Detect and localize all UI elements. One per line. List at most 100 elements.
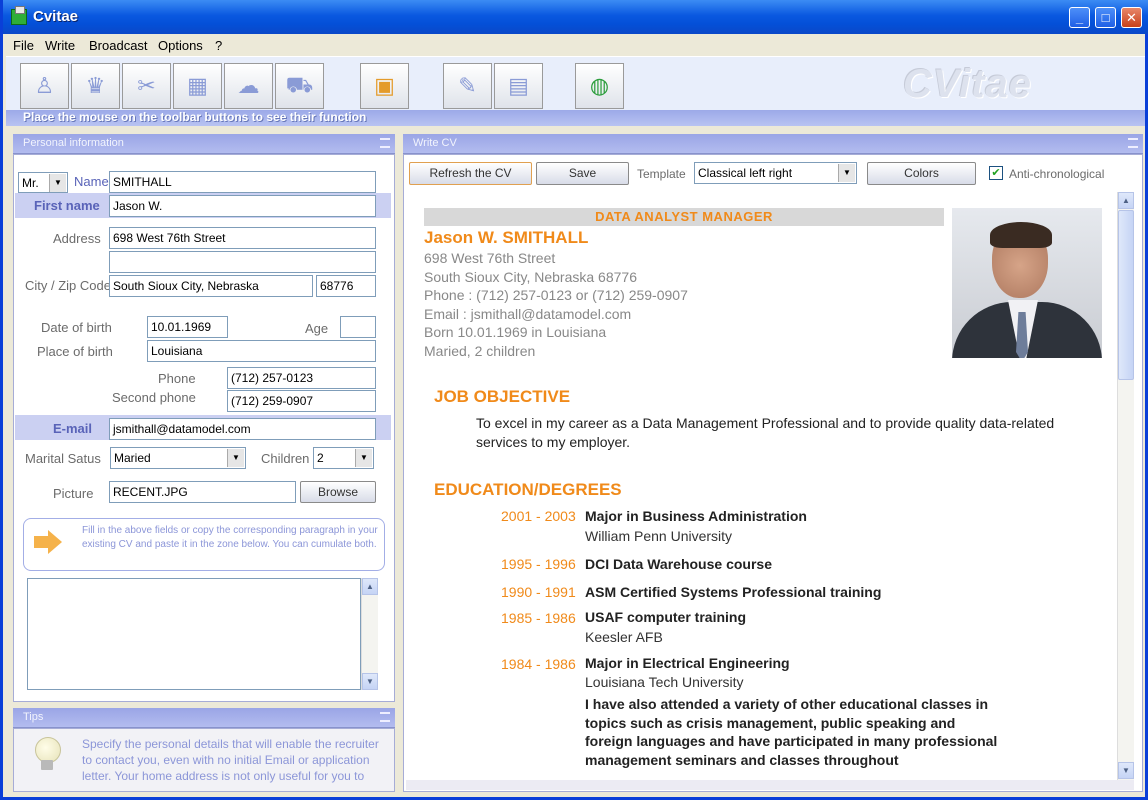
app-icon xyxy=(11,6,27,25)
write-button[interactable]: ✎ xyxy=(443,63,492,109)
address-label: Address xyxy=(53,231,101,246)
job-objective-heading: JOB OBJECTIVE xyxy=(434,387,571,406)
menu-broadcast[interactable]: Broadcast xyxy=(89,38,148,53)
chevron-down-icon[interactable]: ▼ xyxy=(227,449,244,467)
paste-hint-box: Fill in the above fields or copy the cor… xyxy=(23,518,385,571)
cvitae-logo: CVitae xyxy=(903,62,1033,106)
write-cv-header[interactable]: Write CV xyxy=(403,134,1143,154)
globe-icon: ◍ xyxy=(589,73,610,98)
app-window: Cvitae _ □ ✕ File Write Broadcast Option… xyxy=(0,0,1148,800)
collapse-grip-icon[interactable] xyxy=(1128,138,1138,148)
collapse-grip-icon[interactable] xyxy=(380,712,390,722)
cv-photo xyxy=(952,208,1102,358)
refresh-cv-button[interactable]: Refresh the CV xyxy=(409,162,532,185)
maximize-button[interactable]: □ xyxy=(1095,7,1116,28)
children-select[interactable]: 2 ▼ xyxy=(313,447,374,469)
personal-info-button[interactable]: ♙ xyxy=(20,63,69,109)
trophy-icon: ♛ xyxy=(85,73,106,98)
colors-button[interactable]: Colors xyxy=(867,162,976,185)
minimize-button[interactable]: _ xyxy=(1069,7,1090,28)
collapse-grip-icon[interactable] xyxy=(380,138,390,148)
title-select[interactable]: Mr. ▼ xyxy=(18,172,68,193)
dob-input[interactable]: 10.01.1969 xyxy=(147,316,228,338)
education-title: ASM Certified Systems Professional train… xyxy=(585,584,882,600)
personal-info-header[interactable]: Personal information xyxy=(13,134,395,154)
chevron-down-icon[interactable]: ▼ xyxy=(49,174,66,192)
template-select[interactable]: Classical left right ▼ xyxy=(694,162,857,184)
scroll-thumb[interactable] xyxy=(1118,210,1134,380)
scroll-down-icon[interactable]: ▼ xyxy=(362,673,378,690)
picture-label: Picture xyxy=(53,486,94,501)
education-title: DCI Data Warehouse course xyxy=(585,556,772,572)
city-input[interactable]: South Sioux City, Nebraska xyxy=(109,275,313,297)
scroll-up-icon[interactable]: ▲ xyxy=(362,578,378,595)
cv-preview-scrollbar[interactable]: ▲ ▼ xyxy=(1117,192,1134,780)
chevron-down-icon[interactable]: ▼ xyxy=(355,449,372,467)
paste-textarea[interactable] xyxy=(27,578,361,690)
tools-icon: ✂ xyxy=(137,73,156,98)
job-objective-text: To excel in my career as a Data Manageme… xyxy=(476,415,1055,450)
scroll-up-icon[interactable]: ▲ xyxy=(1118,192,1134,209)
title-bar[interactable]: Cvitae _ □ ✕ xyxy=(3,0,1148,34)
paste-hint-text: Fill in the above fields or copy the cor… xyxy=(82,525,378,550)
children-select-value: 2 xyxy=(317,451,324,465)
cv-phone: Phone : (712) 257-0123 or (712) 259-0907 xyxy=(424,287,688,303)
cv-name: Jason W. SMITHALL xyxy=(424,228,589,247)
address-line1-input[interactable]: 698 West 76th Street xyxy=(109,227,376,249)
age-input[interactable] xyxy=(340,316,376,338)
picture-input[interactable]: RECENT.JPG xyxy=(109,481,296,503)
address-line2-input[interactable] xyxy=(109,251,376,273)
tips-text: Specify the personal details that will e… xyxy=(82,737,379,783)
preview-button[interactable]: ▤ xyxy=(494,63,543,109)
close-button[interactable]: ✕ xyxy=(1121,7,1142,28)
document-icon: ▤ xyxy=(508,73,529,98)
picture-button[interactable]: ▣ xyxy=(360,63,409,109)
education-title: Major in Business Administration xyxy=(585,508,807,524)
name-label: Name xyxy=(74,174,109,189)
firstname-input[interactable]: Jason W. xyxy=(109,195,376,217)
firstname-label: First name xyxy=(34,198,100,213)
email-input[interactable]: jsmithall@datamodel.com xyxy=(109,418,376,440)
marital-label: Marital Satus xyxy=(25,451,101,466)
menu-file[interactable]: File xyxy=(13,38,34,53)
objective-button[interactable]: ♛ xyxy=(71,63,120,109)
menu-options[interactable]: Options xyxy=(158,38,203,53)
paste-textarea-scrollbar[interactable]: ▲ ▼ xyxy=(361,578,378,690)
scroll-down-icon[interactable]: ▼ xyxy=(1118,762,1134,779)
person-icon: ♙ xyxy=(34,73,55,98)
languages-button[interactable]: ☁ xyxy=(224,63,273,109)
photo-hair xyxy=(990,222,1052,248)
photo-frame-icon: ▣ xyxy=(374,73,395,98)
marital-select-value: Maried xyxy=(114,451,151,465)
cv-email: Email : jsmithall@datamodel.com xyxy=(424,306,632,322)
tips-header[interactable]: Tips xyxy=(13,708,395,728)
second-phone-input[interactable]: (712) 259-0907 xyxy=(227,390,376,412)
tips-panel: Specify the personal details that will e… xyxy=(13,728,395,792)
broadcast-button[interactable]: ◍ xyxy=(575,63,624,109)
experience-button[interactable]: ▦ xyxy=(173,63,222,109)
chevron-down-icon[interactable]: ▼ xyxy=(838,164,855,182)
skills-button[interactable]: ✂ xyxy=(122,63,171,109)
pob-input[interactable]: Louisiana xyxy=(147,340,376,362)
zip-input[interactable]: 68776 xyxy=(316,275,376,297)
phone-input[interactable]: (712) 257-0123 xyxy=(227,367,376,389)
pob-label: Place of birth xyxy=(37,344,113,359)
menu-write[interactable]: Write xyxy=(45,38,75,53)
browse-button[interactable]: Browse xyxy=(300,481,376,503)
marital-select[interactable]: Maried ▼ xyxy=(110,447,246,469)
anti-chronological-checkbox[interactable]: ✔ xyxy=(989,166,1003,180)
education-paragraph: I have also attended a variety of other … xyxy=(585,696,998,768)
window-title: Cvitae xyxy=(33,8,79,25)
menu-bar: File Write Broadcast Options ? xyxy=(3,34,1145,56)
save-button[interactable]: Save xyxy=(536,162,629,185)
children-label: Children xyxy=(261,451,310,466)
mobility-button[interactable]: ⛟ xyxy=(275,63,324,109)
education-years: 1990 - 1991 xyxy=(501,584,576,600)
education-title: USAF computer training xyxy=(585,609,747,625)
name-input[interactable]: SMITHALL xyxy=(109,171,376,193)
arrow-right-icon xyxy=(34,530,62,554)
education-heading: EDUCATION/DEGREES xyxy=(434,480,622,499)
menu-help[interactable]: ? xyxy=(215,38,222,53)
cv-marital: Maried, 2 children xyxy=(424,343,536,359)
education-title: Major in Electrical Engineering xyxy=(585,655,790,671)
